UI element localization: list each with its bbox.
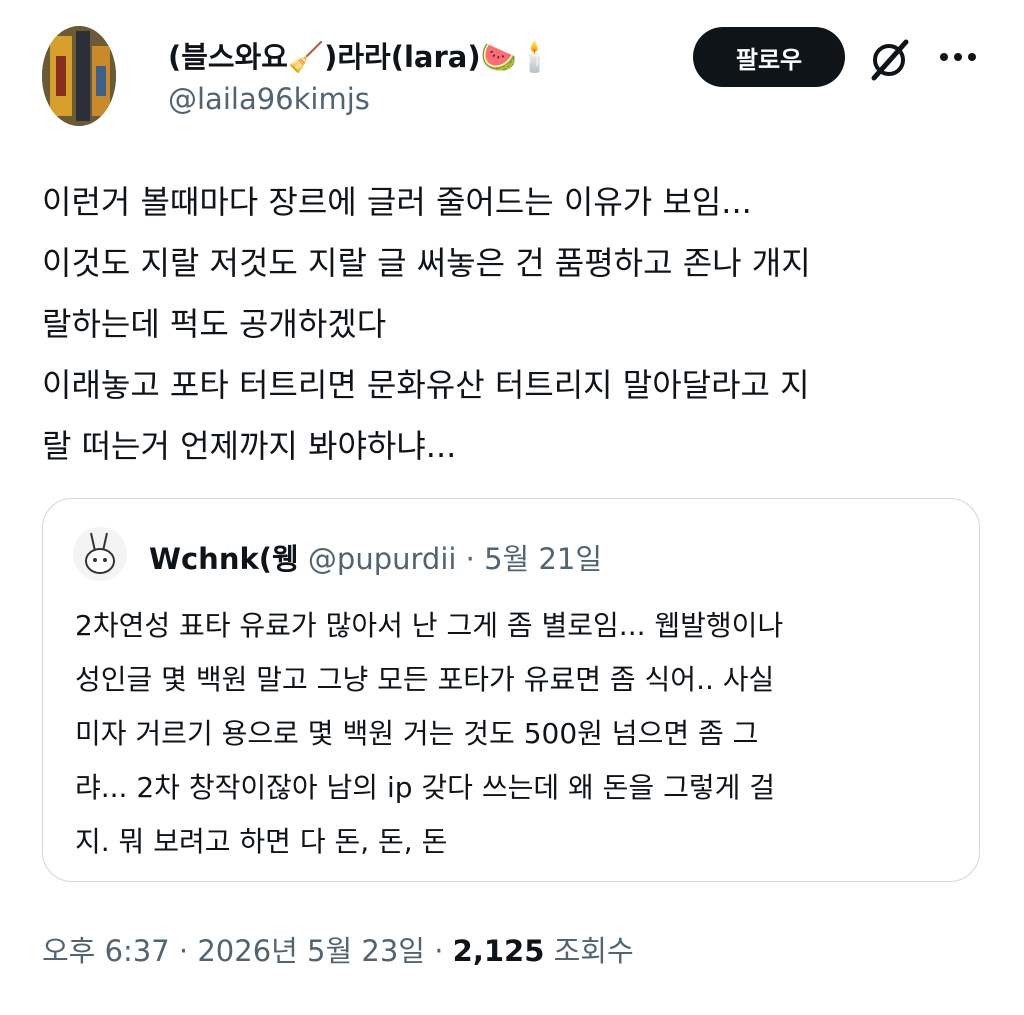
quoted-text: 2차연성 표타 유료가 많아서 난 그게 좀 별로임... 웹발행이나 성인글 …: [75, 599, 965, 869]
quoted-header: Wchnk(웽 @pupurdii · 5월 21일: [149, 536, 602, 578]
quoted-line: 랴... 2차 창작이잖아 남의 ip 갖다 쓰는데 왜 돈을 그렇게 걸: [75, 771, 776, 804]
quoted-line: 성인글 몇 백원 말고 그냥 모든 포타가 유료면 좀 식어.. 사실: [75, 663, 775, 696]
tweet-text: 이런거 볼때마다 장르에 글러 줄어드는 이유가 보임... 이것도 지랄 저것…: [42, 172, 992, 477]
tweet-meta: 오후 6:37 · 2026년 5월 23일 · 2,125 조회수: [42, 928, 634, 970]
view-count-label: 조회수: [553, 934, 634, 968]
avatar-image: [42, 26, 116, 126]
tweet-line: 랄 떠는거 언제까지 봐야하냐...: [42, 427, 457, 465]
meta-separator: ·: [434, 934, 444, 968]
quoted-tweet-card[interactable]: Wchnk(웽 @pupurdii · 5월 21일 2차연성 표타 유료가 많…: [42, 498, 980, 882]
tweet-line: 랄하는데 퍽도 공개하겠다: [42, 305, 387, 343]
tweet-line: 이런거 볼때마다 장르에 글러 줄어드는 이유가 보임...: [42, 183, 752, 221]
quoted-line: 지. 뭐 보려고 하면 다 돈, 돈, 돈: [75, 825, 448, 858]
tweet-date[interactable]: 2026년 5월 23일: [197, 934, 425, 968]
view-count[interactable]: 2,125: [453, 934, 545, 968]
author-avatar[interactable]: [42, 26, 116, 126]
quoted-line: 2차연성 표타 유료가 많아서 난 그게 좀 별로임... 웹발행이나: [75, 609, 784, 642]
author-handle[interactable]: @laila96kimjs: [168, 82, 370, 116]
quoted-line: 미자 거르기 용으로 몇 백원 거는 것도 500원 넘으면 좀 그: [75, 717, 759, 750]
tweet-time[interactable]: 오후 6:37: [42, 934, 170, 968]
more-dots-icon[interactable]: [938, 42, 978, 72]
quoted-separator: ·: [465, 542, 475, 576]
grok-slash-icon[interactable]: [866, 38, 912, 82]
quoted-display-name[interactable]: Wchnk(웽: [149, 542, 299, 576]
rabbit-avatar-image: [73, 527, 127, 581]
quoted-date[interactable]: 5월 21일: [484, 542, 602, 576]
quoted-handle[interactable]: @pupurdii: [308, 542, 457, 576]
quoted-author-avatar[interactable]: [73, 527, 127, 581]
author-display-name[interactable]: (블스와요🧹)라라(lara)🍉🕯️: [168, 34, 553, 76]
follow-button[interactable]: 팔로우: [693, 27, 845, 87]
meta-separator: ·: [178, 934, 189, 968]
tweet-line: 이것도 지랄 저것도 지랄 글 써놓은 건 품평하고 존나 개지: [42, 244, 811, 282]
tweet-line: 이래놓고 포타 터트리면 문화유산 터트리지 말아달라고 지: [42, 366, 810, 404]
